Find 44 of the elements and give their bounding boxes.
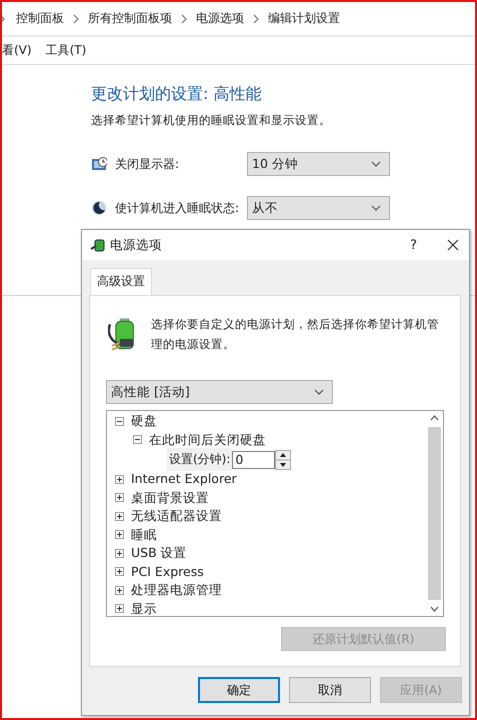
chevron-down-icon [371,205,381,211]
tree-item[interactable]: Internet Explorer [131,471,237,488]
help-button[interactable]: ? [410,238,417,252]
tree-item[interactable]: 睡眠 [131,526,157,543]
chevron-down-icon [371,161,381,167]
breadcrumb-item[interactable]: 所有控制面板项 [88,10,172,27]
tree-item[interactable]: 显示 [131,600,157,616]
chevron-icon [72,12,80,24]
setting-label: 关闭显示器: [115,156,180,172]
breadcrumb-item[interactable]: 编辑计划设置 [268,10,340,27]
page-title: 更改计划的设置: 高性能 [91,84,262,105]
tree-item[interactable]: 桌面背景设置 [131,490,209,506]
dialog-button[interactable]: 取消 [289,677,371,703]
close-icon [447,239,459,251]
dropdown[interactable]: 从不 [247,196,390,220]
chevron-icon [180,12,188,24]
description-text: 选择你要自定义的电源计划，然后选择你希望计算机管理的电源设置。 [151,316,440,353]
page-subtitle: 选择希望计算机使用的睡眠设置和显示设置。 [91,113,332,128]
scroll-down-icon [430,606,439,612]
tree-item[interactable]: 硬盘 [131,413,157,430]
scrollbar-thumb[interactable] [428,427,441,600]
dialog-button[interactable]: 确定 [198,677,280,703]
setting-label: 设置(分钟): [167,448,232,471]
number-field[interactable]: 0 [232,450,276,468]
setting-label: 使计算机进入睡眠状态: [115,200,240,216]
tree-item[interactable]: USB 设置 [131,545,187,562]
tree-item[interactable]: 在此时间后关闭硬盘 [149,432,266,448]
dialog-title: 电源选项 [110,236,163,254]
monitor-clock-icon [91,156,107,172]
scroll-up-icon [430,415,439,421]
plan-dropdown[interactable]: 高性能 [活动] [106,380,333,404]
tree-item[interactable]: PCI Express [131,564,204,580]
breadcrumb-item[interactable]: 控制面板 [16,10,64,27]
moon-icon [91,200,107,216]
chevron-down-icon [314,389,324,395]
tree-item[interactable]: 无线适配器设置 [131,508,222,524]
breadcrumb-item[interactable]: 电源选项 [196,10,244,27]
tab[interactable]: 高级设置 [90,268,152,295]
dropdown[interactable]: 10 分钟 [247,152,390,176]
spinner-icon [275,450,292,470]
chevron-icon [252,12,260,24]
tree-item[interactable]: 处理器电源管理 [131,582,222,598]
menu-item[interactable]: 工具(T) [46,42,86,59]
menu-item[interactable]: 看(V) [2,42,32,59]
